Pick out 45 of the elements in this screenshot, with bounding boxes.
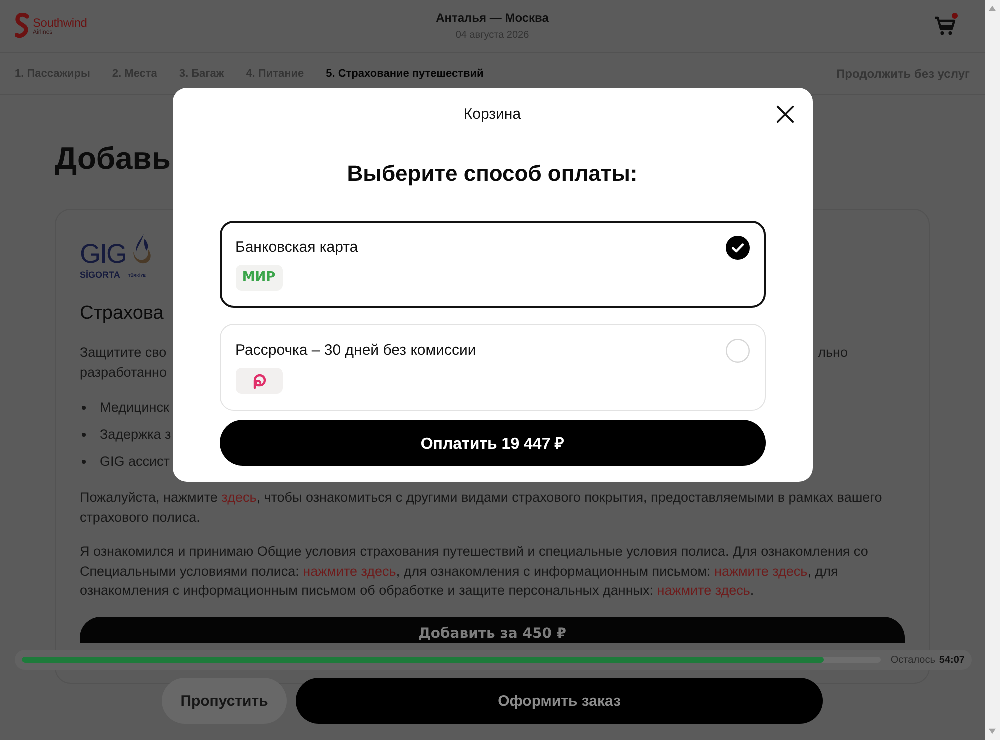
step-tab[interactable]: 5. Страхование путешествий <box>326 68 484 80</box>
scroll-down-icon[interactable] <box>988 728 997 735</box>
intro-text: разработанно <box>80 364 167 382</box>
bullet-dot-icon <box>82 406 86 410</box>
coverage-note: Пожалуйста, нажмите здесь, чтобы ознакомиться с другими видами страхового покрытия, предоставляемыми в рамках вашего страхового полиса. <box>80 489 884 527</box>
provider-name: GIG <box>80 241 127 267</box>
option-label: Рассрочка – 30 дней без комиссии <box>236 341 476 361</box>
option-label: Банковская карта <box>236 238 358 258</box>
checkout-button[interactable]: Оформить заказ <box>296 678 823 724</box>
scroll-up-icon[interactable] <box>988 5 997 12</box>
text-link[interactable]: нажмите здесь <box>657 583 750 598</box>
skip-button[interactable]: Пропустить <box>162 678 287 724</box>
intro-text: Защитите сво <box>80 344 167 362</box>
payment-system-logo: МИР <box>236 265 282 291</box>
provider-subtitle: SİGORTA <box>80 270 120 280</box>
route-title: Анталья — Москва <box>436 11 549 25</box>
text-link[interactable]: здесь <box>222 490 257 505</box>
dialog-title: Корзина <box>464 106 522 122</box>
text-link[interactable]: нажмите здесь <box>714 564 808 578</box>
close-button[interactable] <box>776 105 794 124</box>
cart-icon[interactable] <box>934 16 956 36</box>
text-link[interactable]: нажмите здесь <box>303 564 396 578</box>
bullet-text: GIG ассист <box>100 453 170 471</box>
consent-note: Я ознакомился и принимаю Общие условия страхования путешествий и специальные условия полиса. Для ознакомления со Специальными условиями полиса: нажмите здесь, для ознакомления с информационным письмом: нажмите здесь, для ознакомления с информационным письмом об обработке и защите персональных данных: нажмите здесь. <box>80 543 870 600</box>
payment-option[interactable]: Банковская карта МИР <box>220 221 766 308</box>
brand-name: Southwind <box>33 16 88 28</box>
dialog-heading: Выберите способ оплаты: <box>346 160 639 188</box>
bullet-text: Задержка з <box>100 426 172 444</box>
bullet-dot-icon <box>82 460 86 464</box>
payment-option[interactable]: Рассрочка – 30 дней без комиссии <box>220 324 766 411</box>
check-circle-icon <box>726 236 750 260</box>
timer-label: Осталось <box>890 654 936 666</box>
close-icon <box>776 105 794 124</box>
bullet-text: Медицинск <box>100 399 170 417</box>
page-heading: Добавь <box>55 141 171 177</box>
intro-text: льно <box>818 344 848 362</box>
pay-button[interactable]: Оплатить 19 447 ₽ <box>220 420 766 466</box>
scrollbar[interactable] <box>985 0 1000 740</box>
add-insurance-button[interactable]: Добавить за 450 ₽ <box>80 616 905 642</box>
radio-circle-icon <box>726 339 750 363</box>
spiral-logo-icon <box>236 368 282 394</box>
bullet-dot-icon <box>82 433 86 437</box>
timer-value: 54:07 <box>939 654 965 666</box>
logo-mark-icon[interactable] <box>15 13 30 39</box>
card-title: Страхова <box>80 302 164 326</box>
